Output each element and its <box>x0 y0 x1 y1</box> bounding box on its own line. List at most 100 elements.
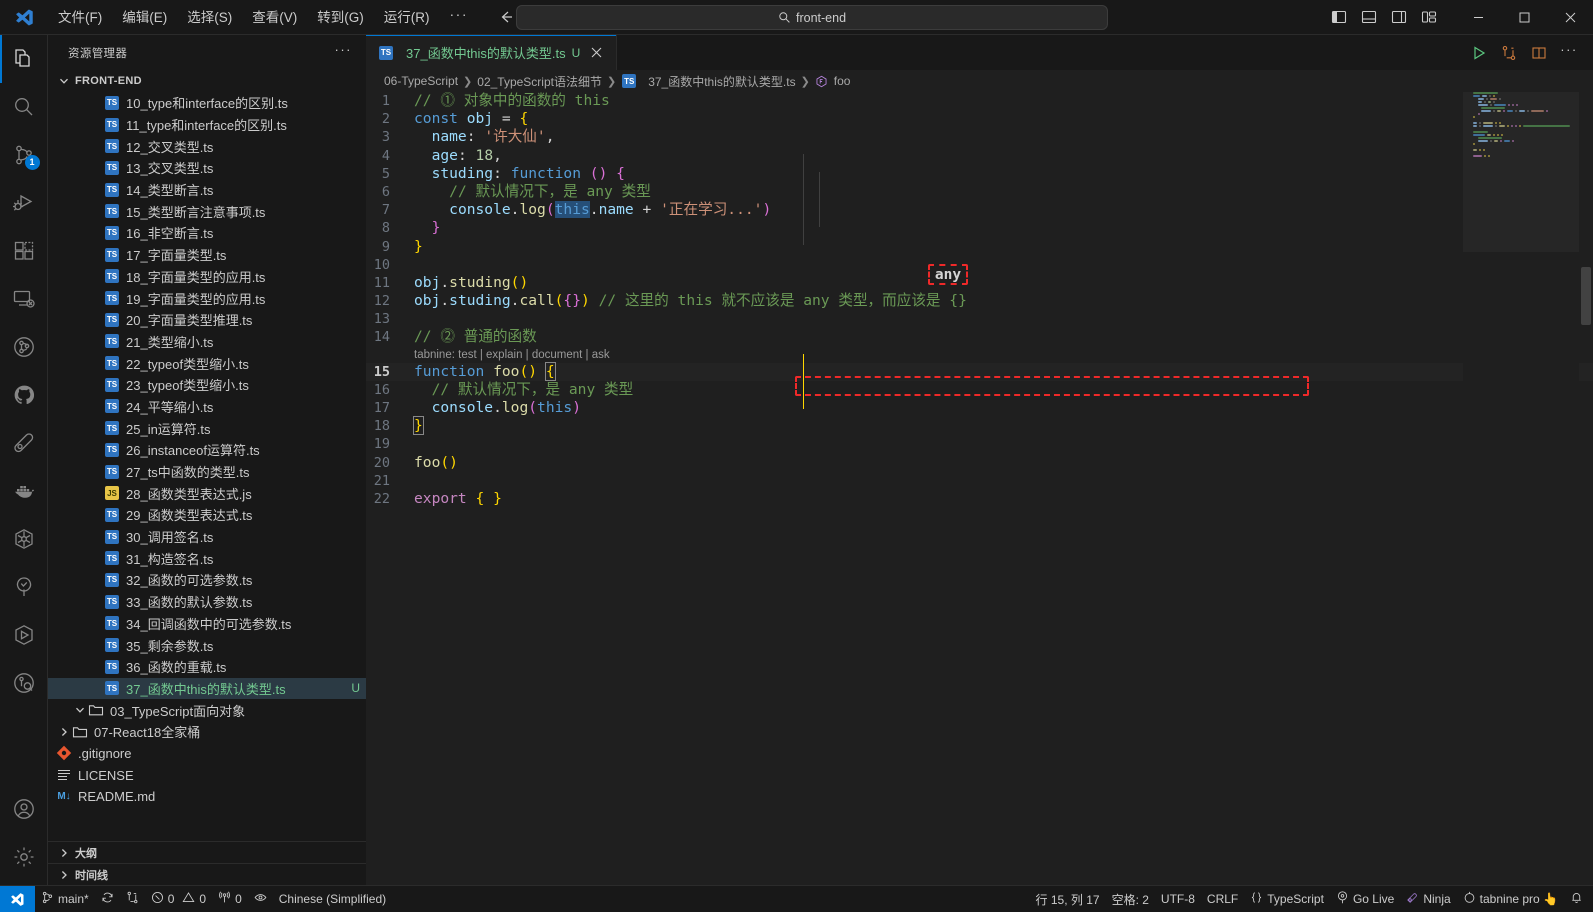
menu-go[interactable]: 转到(G) <box>308 5 373 30</box>
activity-kubernetes-icon[interactable] <box>0 515 48 563</box>
activity-run-and-debug-icon[interactable] <box>0 179 48 227</box>
menu-edit[interactable]: 编辑(E) <box>113 5 176 30</box>
chevron-down-icon[interactable] <box>72 702 88 718</box>
code-line[interactable]: 5 studing: function () { <box>366 165 1593 183</box>
minimize-icon[interactable] <box>1455 0 1501 35</box>
activity-docker-icon[interactable] <box>0 467 48 515</box>
tabnine-codelens[interactable]: tabnine: test | explain | document | ask <box>366 347 1593 363</box>
tree-item[interactable]: TS29_函数类型表达式.ts <box>48 504 366 526</box>
line-content[interactable]: } <box>412 219 440 237</box>
file-tree[interactable]: TS10_type和interface的区别.tsTS11_type和inter… <box>48 92 366 841</box>
activity-package-explorer-icon[interactable] <box>0 611 48 659</box>
code-line[interactable]: 20foo() <box>366 454 1593 472</box>
code-line[interactable]: 13 <box>366 310 1593 328</box>
line-content[interactable]: } <box>412 238 423 256</box>
code-line[interactable]: 18} <box>366 417 1593 435</box>
accounts-icon[interactable] <box>0 785 48 833</box>
code-content[interactable]: 1// ⓵ 对象中的函数的 this2const obj = {3 name: … <box>366 92 1593 885</box>
line-content[interactable] <box>412 472 414 490</box>
code-line[interactable]: 22export { } <box>366 490 1593 508</box>
code-line[interactable]: 19 <box>366 435 1593 453</box>
line-content[interactable]: // ⓶ 普通的函数 <box>412 328 537 346</box>
status-indentation[interactable]: 空格: 2 <box>1106 886 1155 912</box>
code-line[interactable]: 17 console.log(this) <box>366 399 1593 417</box>
settings-gear-icon[interactable] <box>0 833 48 881</box>
code-line[interactable]: 2const obj = { <box>366 110 1593 128</box>
line-content[interactable]: // 默认情况下，是 any 类型 <box>412 183 651 201</box>
menu-more-icon[interactable]: ··· <box>441 4 478 31</box>
status-ninja[interactable]: Ninja <box>1400 886 1456 912</box>
close-icon[interactable] <box>1547 0 1593 35</box>
line-content[interactable]: const obj = { <box>412 110 528 128</box>
tree-item[interactable]: TS17_字面量类型.ts <box>48 244 366 266</box>
tree-item[interactable]: LICENSE <box>48 764 366 786</box>
status-problems[interactable]: 0 0 <box>145 886 212 912</box>
code-line[interactable]: 10 <box>366 256 1593 274</box>
activity-github-icon[interactable] <box>0 371 48 419</box>
code-line[interactable]: 4 age: 18, <box>366 147 1593 165</box>
arrow-left-icon[interactable] <box>496 7 516 27</box>
tree-item[interactable]: .gitignore <box>48 743 366 765</box>
line-content[interactable] <box>412 435 414 453</box>
status-go-live[interactable]: Go Live <box>1330 886 1400 912</box>
tree-item[interactable]: TS23_typeof类型缩小.ts <box>48 374 366 396</box>
line-content[interactable]: obj.studing.call({}) // 这里的 this 就不应该是 a… <box>412 292 967 310</box>
minimap-slider[interactable] <box>1463 92 1579 252</box>
more-actions-icon[interactable]: ··· <box>1555 39 1583 67</box>
tree-item[interactable]: 03_TypeScript面向对象 <box>48 699 366 721</box>
tree-item[interactable]: 07-React18全家桶 <box>48 721 366 743</box>
tree-item[interactable]: TS22_typeof类型缩小.ts <box>48 352 366 374</box>
maximize-icon[interactable] <box>1501 0 1547 35</box>
breadcrumb-item-1[interactable]: 02_TypeScript语法细节 <box>477 73 602 90</box>
line-content[interactable]: console.log(this.name + '正在学习...') <box>412 201 771 219</box>
status-notifications[interactable] <box>1564 886 1589 912</box>
tree-item[interactable]: TS20_字面量类型推理.ts <box>48 309 366 331</box>
line-content[interactable]: // 默认情况下，是 any 类型 <box>412 381 633 399</box>
tree-item[interactable]: TS13_交叉类型.ts <box>48 157 366 179</box>
status-watch[interactable] <box>248 886 273 912</box>
code-line[interactable]: 12obj.studing.call({}) // 这里的 this 就不应该是… <box>366 292 1593 310</box>
line-content[interactable] <box>412 256 414 274</box>
run-code-icon[interactable] <box>1465 39 1493 67</box>
line-content[interactable]: name: '许大仙', <box>412 128 554 146</box>
tree-item[interactable]: TS21_类型缩小.ts <box>48 331 366 353</box>
line-content[interactable]: export { } <box>412 490 502 508</box>
tree-item[interactable]: TS30_调用签名.ts <box>48 526 366 548</box>
tree-item[interactable]: M↓README.md <box>48 786 366 808</box>
status-branch[interactable]: main* <box>35 886 95 912</box>
menu-file[interactable]: 文件(F) <box>49 5 111 30</box>
tree-item[interactable]: TS16_非空断言.ts <box>48 222 366 244</box>
code-line[interactable]: 9} <box>366 238 1593 256</box>
code-line[interactable]: 7 console.log(this.name + '正在学习...') <box>366 201 1593 219</box>
chevron-right-icon[interactable] <box>56 724 72 740</box>
activity-source-control-icon[interactable]: 1 <box>0 131 48 179</box>
tab-close-icon[interactable] <box>586 43 606 63</box>
code-line[interactable]: 6 // 默认情况下，是 any 类型 <box>366 183 1593 201</box>
code-editor[interactable]: 1// ⓵ 对象中的函数的 this2const obj = {3 name: … <box>366 92 1593 885</box>
tree-item[interactable]: TS15_类型断言注意事项.ts <box>48 200 366 222</box>
tree-item[interactable]: TS18_字面量类型的应用.ts <box>48 266 366 288</box>
activity-explorer-icon[interactable] <box>0 35 48 83</box>
toggle-secondary-sidebar-icon[interactable] <box>1385 3 1413 31</box>
status-language-mode[interactable]: TypeScript <box>1244 886 1330 912</box>
code-line[interactable]: 14// ⓶ 普通的函数 <box>366 328 1593 346</box>
tree-item[interactable]: JS28_函数类型表达式.js <box>48 482 366 504</box>
tree-item[interactable]: TS11_type和interface的区别.ts <box>48 114 366 136</box>
search-input[interactable]: front-end <box>516 5 1108 30</box>
code-line[interactable]: 3 name: '许大仙', <box>366 128 1593 146</box>
tree-item[interactable]: TS12_交叉类型.ts <box>48 135 366 157</box>
breadcrumb-item-3[interactable]: foo <box>815 74 851 88</box>
code-line[interactable]: 11obj.studing() <box>366 274 1593 292</box>
explorer-root-folder[interactable]: FRONT-END <box>48 70 366 92</box>
code-line[interactable]: 8 } <box>366 219 1593 237</box>
status-sync[interactable] <box>95 886 120 912</box>
tree-item[interactable]: TS33_函数的默认参数.ts <box>48 591 366 613</box>
remote-window-icon[interactable] <box>0 886 35 912</box>
tree-item[interactable]: TS10_type和interface的区别.ts <box>48 92 366 114</box>
tree-item[interactable]: TS35_剩余参数.ts <box>48 634 366 656</box>
tree-item[interactable]: TS27_ts中函数的类型.ts <box>48 461 366 483</box>
split-editor-icon[interactable] <box>1525 39 1553 67</box>
explorer-more-actions-icon[interactable]: ··· <box>329 42 359 63</box>
timeline-section[interactable]: 时间线 <box>48 863 366 885</box>
line-content[interactable]: // ⓵ 对象中的函数的 this <box>412 92 610 110</box>
